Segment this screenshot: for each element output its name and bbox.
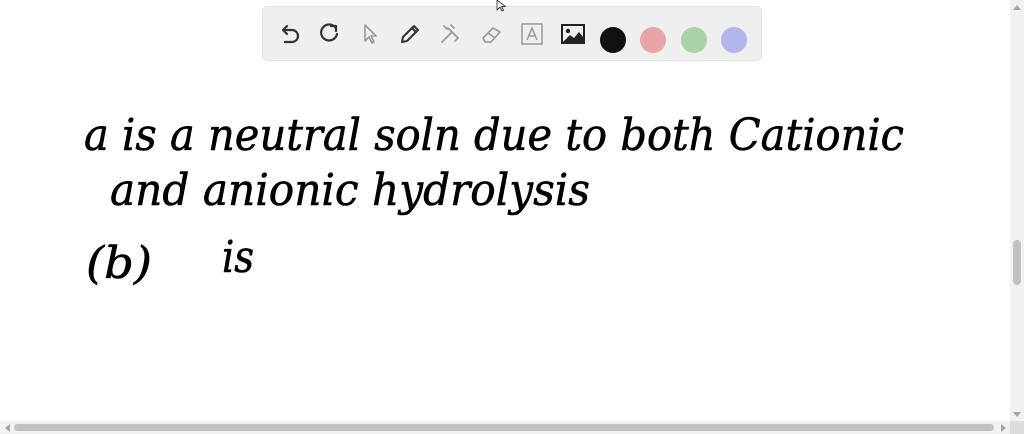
vertical-scroll-thumb[interactable]: [1013, 240, 1021, 285]
note-line-2: and anionic hydrolysis: [110, 165, 590, 216]
scroll-right-arrow-icon[interactable]: [996, 421, 1010, 434]
scroll-down-arrow-icon[interactable]: [1010, 407, 1024, 421]
mouse-cursor-icon: [496, 0, 506, 12]
horizontal-scrollbar[interactable]: [0, 421, 1010, 434]
scroll-left-arrow-icon[interactable]: [0, 421, 14, 434]
note-line-3-text: is: [222, 232, 254, 283]
scroll-up-arrow-icon[interactable]: [1010, 0, 1024, 14]
horizontal-scroll-thumb[interactable]: [14, 424, 994, 431]
handwritten-notes: a is a neutral soln due to both Cationic…: [84, 110, 905, 290]
whiteboard-canvas[interactable]: a is a neutral soln due to both Cationic…: [0, 0, 1010, 421]
vertical-scrollbar[interactable]: [1010, 0, 1024, 421]
note-line-1: a is a neutral soln due to both Cationic: [84, 110, 904, 161]
scrollbar-corner: [1010, 421, 1024, 434]
note-line-3-label: (b): [86, 238, 152, 289]
